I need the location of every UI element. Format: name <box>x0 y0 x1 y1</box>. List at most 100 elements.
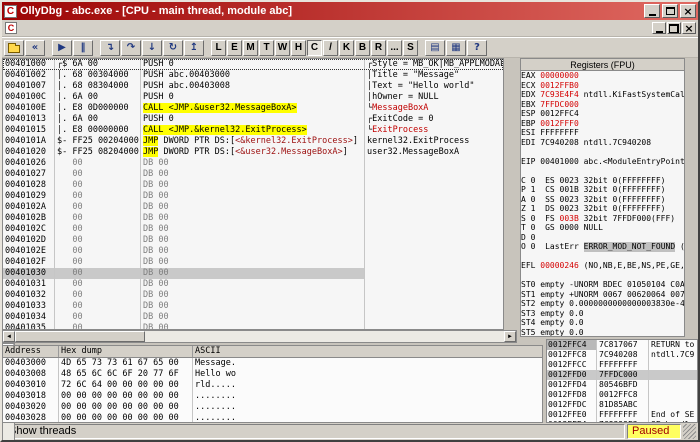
disasm-row[interactable]: 00401028 00 DB 00 <box>3 180 503 191</box>
toolbar-window-button[interactable]: W <box>275 39 290 56</box>
dump-row[interactable]: 00403028 00 00 00 00 00 00 00 00........ <box>3 413 542 422</box>
stack-row[interactable]: 0012FFD4 80546BFD <box>547 380 697 390</box>
disasm-row[interactable]: 0040102C 00 DB 00 <box>3 224 503 235</box>
minimize-button[interactable] <box>644 4 660 18</box>
stack-row[interactable]: 0012FFE0 FFFFFFFF End of SE <box>547 410 697 420</box>
disasm-row[interactable]: 0040102B 00 DB 00 <box>3 213 503 224</box>
register-line[interactable]: EDX 7C93E4F4 ntdll.KiFastSystemCallRet <box>521 90 684 100</box>
disasm-row[interactable]: 00401020 $- FF25 08204000 JMP DWORD PTR DS… <box>3 147 503 158</box>
toolbar-window-button[interactable]: ... <box>387 39 402 56</box>
register-line[interactable]: ESI FFFFFFFF <box>521 128 684 138</box>
stack-row[interactable]: 0012FFDC 81D85ABC <box>547 400 697 410</box>
scroll-track[interactable] <box>145 331 504 342</box>
step-over-button[interactable]: ↷ <box>121 39 141 56</box>
disasm-row[interactable]: 00401032 00 DB 00 <box>3 290 503 301</box>
step-into-button[interactable]: ↴ <box>100 39 120 56</box>
menu-item[interactable] <box>33 27 45 29</box>
disasm-row[interactable]: 0040102F 00 DB 00 <box>3 257 503 268</box>
scroll-right-button[interactable]: ► <box>504 331 516 342</box>
register-line[interactable] <box>521 147 684 157</box>
maximize-button[interactable] <box>662 4 678 18</box>
register-line[interactable] <box>521 166 684 176</box>
disasm-row[interactable]: 00401027 00 DB 00 <box>3 169 503 180</box>
register-line[interactable]: ST3 empty 0.0 <box>521 309 684 319</box>
dump-row[interactable]: 00403020 00 00 00 00 00 00 00 00........ <box>3 402 542 413</box>
disasm-row[interactable]: 00401031 00 DB 00 <box>3 279 503 290</box>
mdi-restore-button[interactable] <box>667 22 681 34</box>
register-line[interactable]: EDI 7C940208 ntdll.7C940208 <box>521 138 684 148</box>
appearance-button[interactable]: ▦ <box>446 39 466 56</box>
scroll-left-button[interactable]: ◄ <box>3 331 15 342</box>
toolbar-window-button[interactable]: S <box>403 39 418 56</box>
trace-into-button[interactable]: ↓ <box>142 39 162 56</box>
memory-dump-pane[interactable]: Address Hex dump ASCII 00403000 4D 65 73 73… <box>2 345 543 423</box>
disasm-row[interactable]: 0040100C │. 6A 00 PUSH 0 │hOwner = NULL <box>3 92 503 103</box>
toolbar-window-button[interactable]: B <box>355 39 370 56</box>
stack-row[interactable]: 0012FFC47C817067RETURN to k <box>547 340 697 350</box>
mdi-close-button[interactable]: × <box>682 22 696 34</box>
mdi-minimize-button[interactable] <box>652 22 666 34</box>
disasm-row[interactable]: 00401029 00 DB 00 <box>3 191 503 202</box>
disasm-row[interactable]: 00401000 ┌$ 6A 00 PUSH 0 ┌Style = MB_OK|MB_… <box>3 59 503 70</box>
trace-over-button[interactable]: ↻ <box>163 39 183 56</box>
register-line[interactable]: D 0 <box>521 233 684 243</box>
dump-row[interactable]: 00403018 00 00 00 00 00 00 00 00........ <box>3 391 542 402</box>
dump-row[interactable]: 00403008 48 65 6C 6C 6F 20 77 6F Hello wo <box>3 369 542 380</box>
register-line[interactable]: T 0 GS 0000 NULL <box>521 223 684 233</box>
disasm-row[interactable]: 00401033 00 DB 00 <box>3 301 503 312</box>
disasm-row[interactable]: 0040100E │. E8 0D000000 CALL <JMP.&user32.… <box>3 103 503 114</box>
disasm-row[interactable]: 00401035 00 DB 00 <box>3 323 503 329</box>
stack-row[interactable]: 0012FFE47C8399F3SE handler <box>547 420 697 422</box>
help-button[interactable]: ? <box>467 39 487 56</box>
disasm-row[interactable]: 0040102A 00 DB 00 <box>3 202 503 213</box>
register-line[interactable]: Z 1 DS 0023 32bit 0(FFFFFFFF) <box>521 204 684 214</box>
disassembly-pane[interactable]: 00401000 ┌$ 6A 00 PUSH 0 ┌Style = MB_OK|MB_… <box>2 58 504 330</box>
disasm-row[interactable]: 00401030 00 DB 00 <box>3 268 503 279</box>
scroll-thumb[interactable] <box>15 331 145 342</box>
disasm-row[interactable]: 0040102E 00 DB 00 <box>3 246 503 257</box>
register-line[interactable] <box>521 252 684 262</box>
registers-pane[interactable]: Registers (FPU) EAX 00000000 ECX 0012FFB0… <box>520 58 685 337</box>
stack-row[interactable]: 0012FFC8 7C940208 ntdll.7C9 <box>547 350 697 360</box>
register-line[interactable]: EFL 00000246 (NO,NB,E,BE,NS,PE,GE,LE) <box>521 261 684 271</box>
options-button[interactable]: ▤ <box>425 39 445 56</box>
disasm-row[interactable]: 00401013 │. 6A 00 PUSH 0 ┌ExitCode = 0 <box>3 114 503 125</box>
toolbar-window-button[interactable]: M <box>243 39 258 56</box>
register-line[interactable]: ST5 empty 0.0 <box>521 328 684 337</box>
toolbar-window-button[interactable]: E <box>227 39 242 56</box>
register-line[interactable]: ECX 0012FFB0 <box>521 81 684 91</box>
disasm-row[interactable]: 00401002 │. 68 00304000 PUSH abc.00403000 │… <box>3 70 503 81</box>
toolbar-window-button[interactable]: / <box>323 39 338 56</box>
cpu-window-icon[interactable]: C <box>5 22 17 34</box>
dump-row[interactable]: 00403000 4D 65 73 73 61 67 65 00 Message. <box>3 358 542 369</box>
register-line[interactable]: ST0 empty -UNORM BDEC 01050104 C0ACAC <box>521 280 684 290</box>
stack-row[interactable]: 0012FFD8 0012FFC8 <box>547 390 697 400</box>
stack-row[interactable]: 0012FFD0 7FFDC000 <box>547 370 697 380</box>
pause-button[interactable]: ‖ <box>73 39 93 56</box>
register-line[interactable]: EBP 0012FFF0 <box>521 119 684 129</box>
stack-pane[interactable]: 0012FFC47C817067RETURN to k0012FFC87C940… <box>546 339 698 423</box>
register-line[interactable]: ST2 empty 0.0000000000000003830e-4933 <box>521 299 684 309</box>
register-line[interactable]: C 0 ES 0023 32bit 0(FFFFFFFF) <box>521 176 684 186</box>
dump-row[interactable]: 00403010 72 6C 64 00 00 00 00 00 rld..... <box>3 380 542 391</box>
disasm-row[interactable]: 00401015 │. E8 00000000 CALL <JMP.&kernel3… <box>3 125 503 136</box>
menu-item[interactable] <box>81 27 93 29</box>
menu-item[interactable] <box>57 27 69 29</box>
register-line[interactable]: ESP 0012FFC4 <box>521 109 684 119</box>
register-line[interactable]: EBX 7FFDC000 <box>521 100 684 110</box>
toolbar-window-button[interactable]: L <box>211 39 226 56</box>
disasm-horizontal-scrollbar[interactable]: ◄ ► <box>2 330 517 343</box>
until-return-button[interactable]: ↥ <box>184 39 204 56</box>
disasm-row[interactable]: 00401007 │. 68 08304000 PUSH abc.00403008 │… <box>3 81 503 92</box>
register-line[interactable]: S 0 FS 003B 32bit 7FFDF000(FFF) <box>521 214 684 224</box>
register-line[interactable]: EIP 00401000 abc.<ModuleEntryPoint> <box>521 157 684 167</box>
register-line[interactable]: EAX 00000000 <box>521 71 684 81</box>
run-button[interactable]: ▶ <box>52 39 72 56</box>
toolbar-window-button[interactable]: R <box>371 39 386 56</box>
disasm-row[interactable]: 0040101A $- FF25 00204000 JMP DWORD PTR DS… <box>3 136 503 147</box>
toolbar-window-button[interactable]: K <box>339 39 354 56</box>
open-file-button[interactable] <box>4 39 24 56</box>
register-line[interactable]: ST1 empty +UNORM 0067 00620064 007900 <box>521 290 684 300</box>
register-line[interactable]: ST4 empty 0.0 <box>521 318 684 328</box>
restart-button[interactable]: « <box>25 39 45 56</box>
